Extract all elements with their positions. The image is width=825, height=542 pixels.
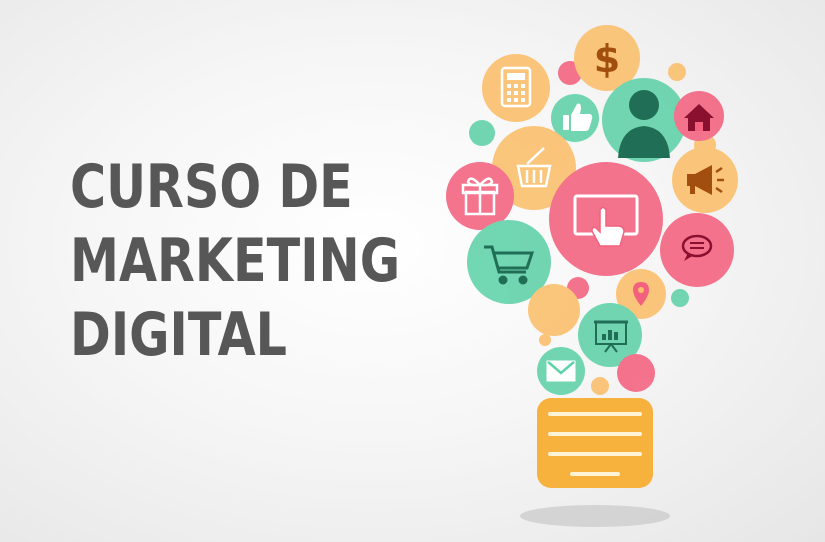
envelope-icon <box>546 360 576 382</box>
lightbulb-illustration: $ <box>446 25 738 527</box>
dot <box>469 120 495 146</box>
svg-text:$: $ <box>594 37 620 81</box>
dot <box>671 289 689 307</box>
dot <box>539 334 551 346</box>
dot <box>668 63 686 81</box>
dollar-icon: $ <box>594 37 620 81</box>
bulb-base <box>537 398 653 488</box>
dot <box>591 377 609 395</box>
bulb-shadow <box>520 505 670 527</box>
